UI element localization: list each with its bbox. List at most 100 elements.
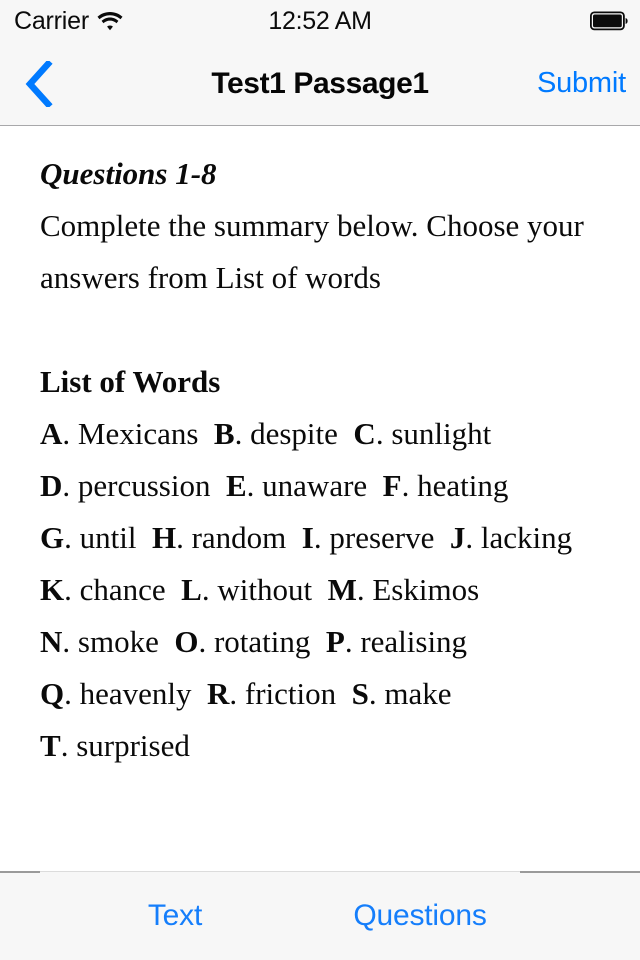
status-bar-right bbox=[590, 0, 628, 42]
word-option-separator bbox=[479, 572, 487, 607]
word-option-separator bbox=[192, 676, 208, 711]
word-option-letter: K bbox=[40, 572, 65, 607]
word-option-separator bbox=[312, 572, 328, 607]
word-option[interactable]: I. preserve bbox=[302, 520, 435, 555]
word-option[interactable]: D. percussion bbox=[40, 468, 210, 503]
word-option-word: . make bbox=[368, 676, 452, 711]
word-option-letter: A bbox=[40, 416, 63, 451]
word-option-word: . unaware bbox=[246, 468, 368, 503]
word-option-letter: R bbox=[207, 676, 230, 711]
chevron-left-icon bbox=[24, 60, 54, 107]
word-option-word: . sunlight bbox=[375, 416, 492, 451]
word-option[interactable]: B. despite bbox=[214, 416, 338, 451]
questions-heading: Questions 1-8 bbox=[40, 156, 217, 191]
word-option-word: . despite bbox=[234, 416, 338, 451]
word-option-separator bbox=[210, 468, 226, 503]
word-option-separator bbox=[338, 416, 354, 451]
word-option-letter: O bbox=[174, 624, 199, 659]
word-option-word: . until bbox=[64, 520, 137, 555]
word-option[interactable]: J. lacking bbox=[450, 520, 572, 555]
word-option[interactable]: G. until bbox=[40, 520, 136, 555]
word-option[interactable]: R. friction bbox=[207, 676, 336, 711]
word-option-word: . realising bbox=[344, 624, 468, 659]
word-option-letter: N bbox=[40, 624, 63, 659]
word-option-separator bbox=[572, 520, 580, 555]
word-option-separator bbox=[508, 468, 516, 503]
word-option-separator bbox=[336, 676, 352, 711]
word-option-letter: M bbox=[327, 572, 357, 607]
word-option-word: . random bbox=[176, 520, 287, 555]
word-option-letter: C bbox=[353, 416, 376, 451]
word-option-letter: I bbox=[301, 520, 314, 555]
list-of-words-heading: List of Words bbox=[40, 364, 221, 399]
word-option-word: . heavenly bbox=[64, 676, 192, 711]
word-option-separator bbox=[136, 520, 152, 555]
app-window: Carrier 12:52 AM Test1 Passage1 Submit Q… bbox=[0, 0, 640, 960]
word-option-letter: J bbox=[449, 520, 466, 555]
word-option[interactable]: K. chance bbox=[40, 572, 166, 607]
word-option-letter: L bbox=[181, 572, 202, 607]
word-option[interactable]: L. without bbox=[181, 572, 312, 607]
back-button[interactable] bbox=[6, 42, 72, 125]
word-option-word: . heating bbox=[401, 468, 509, 503]
word-option[interactable]: M. Eskimos bbox=[328, 572, 480, 607]
word-option-word: . surprised bbox=[60, 728, 190, 763]
battery-full-icon bbox=[590, 11, 628, 31]
word-option-separator bbox=[467, 624, 475, 659]
word-option-separator bbox=[491, 416, 499, 451]
word-option-letter: S bbox=[351, 676, 369, 711]
word-option[interactable]: N. smoke bbox=[40, 624, 159, 659]
word-option-separator bbox=[434, 520, 450, 555]
word-option[interactable]: E. unaware bbox=[226, 468, 367, 503]
content-scroll-area[interactable]: Questions 1-8 Complete the summary below… bbox=[0, 126, 640, 871]
word-option-letter: P bbox=[325, 624, 345, 659]
word-option-separator bbox=[159, 624, 175, 659]
word-option-letter: Q bbox=[40, 676, 65, 711]
passage-content: Questions 1-8 Complete the summary below… bbox=[0, 126, 640, 772]
word-option-separator bbox=[367, 468, 383, 503]
toolbar-divider-left-segment bbox=[0, 871, 40, 873]
word-option-letter: T bbox=[40, 728, 61, 763]
clock-label: 12:52 AM bbox=[268, 6, 372, 35]
word-option[interactable]: C. sunlight bbox=[353, 416, 491, 451]
word-option[interactable]: H. random bbox=[152, 520, 286, 555]
word-option-word: . preserve bbox=[313, 520, 435, 555]
status-bar: Carrier 12:52 AM bbox=[0, 0, 640, 42]
instructions-text: Complete the summary below. Choose your … bbox=[40, 208, 584, 295]
word-option-letter: H bbox=[151, 520, 177, 555]
word-option-word: . without bbox=[201, 572, 313, 607]
word-options-list: A. Mexicans B. despite C. sunlight D. pe… bbox=[40, 408, 614, 772]
submit-button[interactable]: Submit bbox=[537, 42, 626, 125]
page-title: Test1 Passage1 bbox=[211, 66, 429, 100]
word-option-word: . rotating bbox=[198, 624, 311, 659]
word-option-separator bbox=[286, 520, 302, 555]
word-option-letter: B bbox=[213, 416, 235, 451]
carrier-label: Carrier bbox=[14, 6, 89, 35]
word-option-word: . friction bbox=[229, 676, 337, 711]
word-option[interactable]: S. make bbox=[352, 676, 452, 711]
word-option[interactable]: F. heating bbox=[383, 468, 509, 503]
status-bar-left: Carrier bbox=[14, 0, 123, 42]
word-option-word: . lacking bbox=[465, 520, 573, 555]
wifi-icon bbox=[97, 11, 123, 31]
word-option-letter: G bbox=[40, 520, 65, 555]
word-option-letter: E bbox=[225, 468, 247, 503]
word-option[interactable]: O. rotating bbox=[174, 624, 310, 659]
word-option-separator bbox=[452, 676, 460, 711]
word-option[interactable]: A. Mexicans bbox=[40, 416, 198, 451]
tab-text[interactable]: Text bbox=[95, 872, 255, 960]
word-option[interactable]: T. surprised bbox=[40, 728, 190, 763]
word-option-letter: D bbox=[40, 468, 63, 503]
word-option[interactable]: Q. heavenly bbox=[40, 676, 192, 711]
word-option-separator bbox=[310, 624, 326, 659]
word-option-separator bbox=[198, 416, 214, 451]
word-option-word: . Eskimos bbox=[356, 572, 480, 607]
word-option-separator bbox=[166, 572, 182, 607]
word-option-word: . Mexicans bbox=[62, 416, 199, 451]
tab-questions[interactable]: Questions bbox=[300, 872, 540, 960]
word-option-word: . chance bbox=[64, 572, 166, 607]
word-option-letter: F bbox=[382, 468, 402, 503]
word-option-word: . percussion bbox=[62, 468, 211, 503]
word-option[interactable]: P. realising bbox=[326, 624, 467, 659]
